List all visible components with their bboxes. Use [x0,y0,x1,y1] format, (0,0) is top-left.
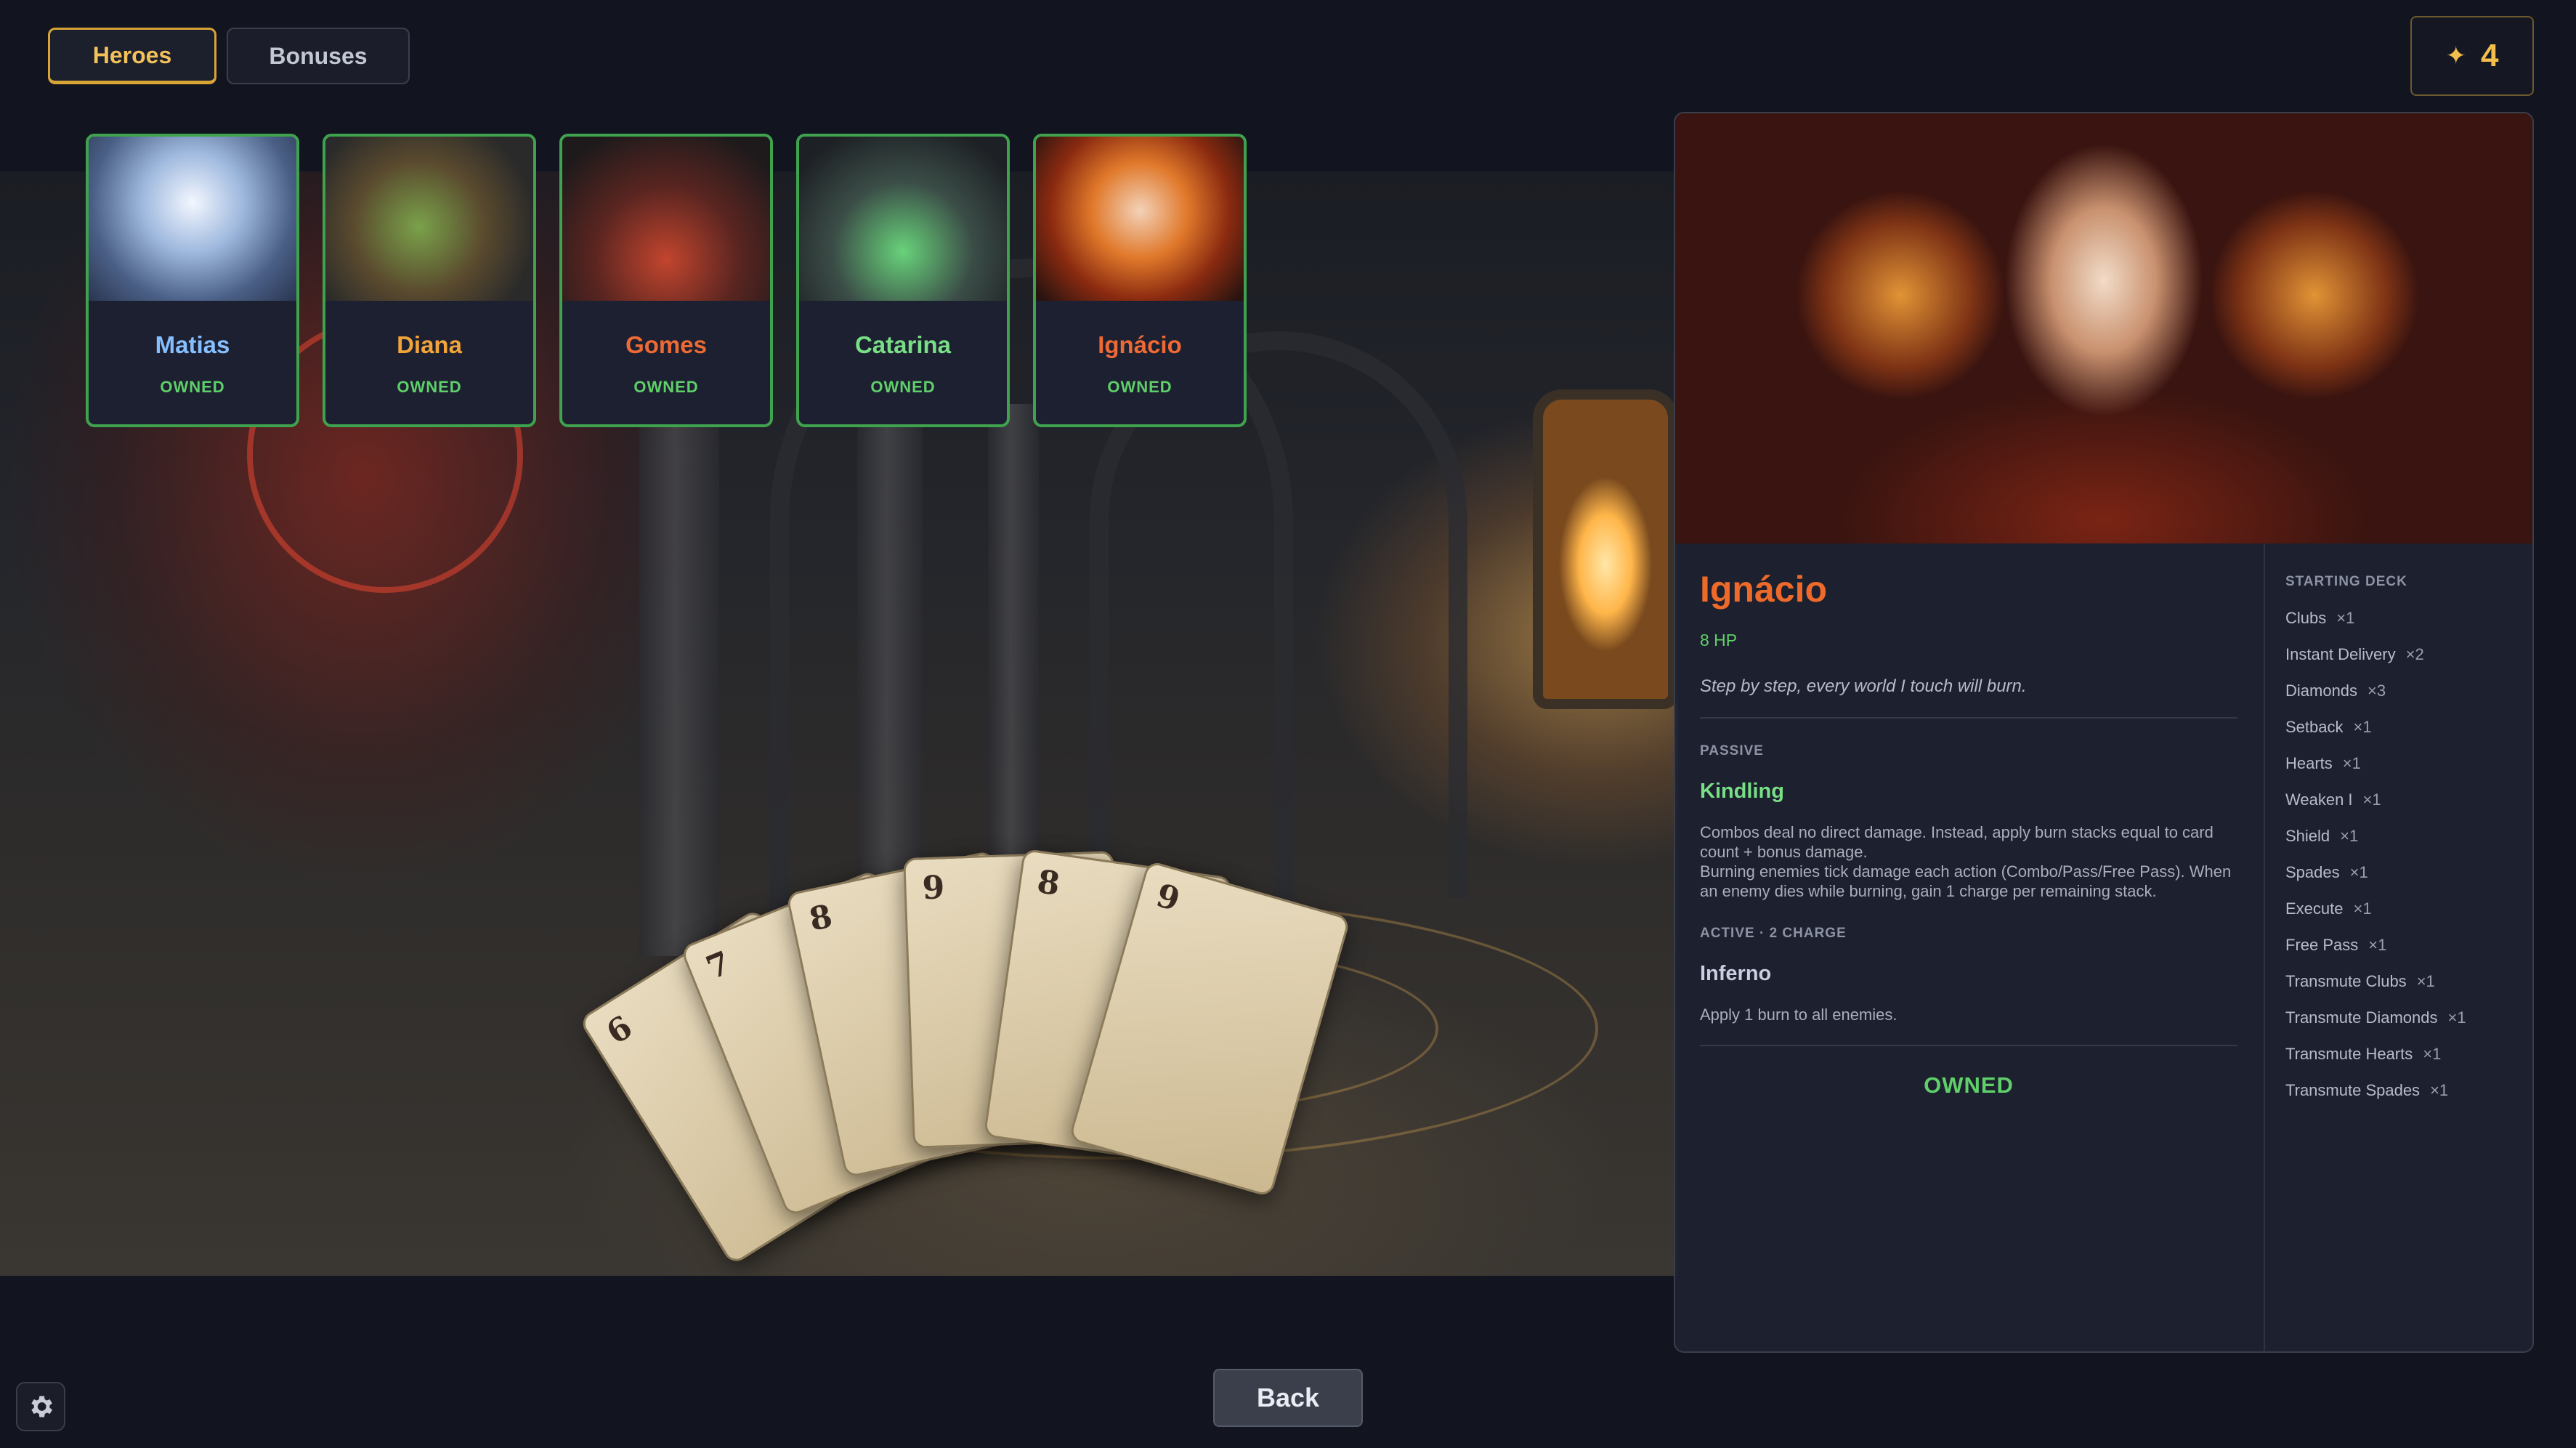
hero-name: Matias [155,331,230,358]
hero-name: Gomes [625,331,707,358]
active-description: Apply 1 burn to all enemies. [1700,1006,1897,1024]
divider [1700,717,2237,719]
hero-card-matias[interactable]: Matias OWNED [86,134,299,427]
hero-name: Catarina [854,331,952,358]
hero-card-ignacio[interactable]: Ignácio OWNED [1033,134,1247,427]
hero-status: OWNED [397,378,462,396]
deck-item: Execute ×1 [2285,899,2372,918]
hero-portrait [1036,137,1244,301]
hero-list: Matias OWNED Diana OWNED Gomes OWNED Cat… [86,134,1247,427]
back-button[interactable]: Back [1213,1369,1363,1427]
deck-list: Clubs ×1 Instant Delivery ×2 Diamonds ×3 Se… [2285,609,2518,1117]
currency-counter: ✦ 4 [2410,16,2534,96]
divider [1700,1045,2237,1046]
hero-portrait [799,137,1007,301]
deck-item: Free Pass ×1 [2285,936,2387,954]
hero-card-diana[interactable]: Diana OWNED [323,134,536,427]
label-separator: · [1759,926,1770,941]
hero-status: OWNED [633,378,699,396]
passive-ability-name: Kindling [1700,780,1784,803]
currency-value: 4 [2481,38,2499,73]
hero-hp: 8 HP [1700,631,1738,650]
passive-label: PASSIVE [1700,743,1764,759]
deck-item: Instant Delivery ×2 [2285,645,2424,663]
hero-detail-panel: Ignácio 8 HP Step by step, every world I… [1674,112,2534,1353]
deck-item: Transmute Clubs ×1 [2285,972,2435,990]
hero-quote: Step by step, every world I touch will b… [1700,676,2027,696]
hero-artwork [1675,113,2532,543]
hero-card-gomes[interactable]: Gomes OWNED [559,134,773,427]
hero-portrait [89,137,296,301]
deck-item: Diamonds ×3 [2285,681,2386,700]
hero-name: Ignácio [1098,331,1182,358]
hero-card-catarina[interactable]: Catarina OWNED [796,134,1010,427]
active-label: ACTIVE · 2 CHARGE [1700,926,2237,942]
hero-detail-name: Ignácio [1700,569,1828,610]
deck-item: Transmute Hearts ×1 [2285,1045,2442,1063]
gear-icon [31,1396,52,1417]
passive-description: Combos deal no direct damage. Instead, a… [1700,823,2232,900]
deck-item: Shield ×1 [2285,827,2359,845]
settings-button[interactable] [16,1382,65,1431]
star-icon: ✦ [2445,42,2467,70]
hero-status: OWNED [1107,378,1172,396]
deck-item: Weaken I ×1 [2285,790,2381,809]
active-ability-name: Inferno [1700,962,1772,985]
hero-status: OWNED [870,378,936,396]
background-lantern [1533,389,1678,709]
tab-heroes[interactable]: Heroes [48,28,216,84]
deck-item: Hearts ×1 [2285,754,2361,772]
hero-portrait [562,137,770,301]
starting-deck-title: STARTING DECK [2285,574,2407,589]
tab-bonuses[interactable]: Bonuses [227,28,410,84]
owned-status: OWNED [1924,1072,2014,1098]
hero-status: OWNED [160,378,225,396]
hero-info: Ignácio 8 HP Step by step, every world I… [1700,568,2237,1099]
active-charge: 2 CHARGE [1769,926,1847,941]
deck-item: Clubs ×1 [2285,609,2355,627]
hero-name: Diana [397,331,462,358]
deck-item: Setback ×1 [2285,718,2372,736]
active-type: ACTIVE [1700,926,1755,941]
deck-item: Spades ×1 [2285,863,2368,881]
deck-item: Transmute Spades ×1 [2285,1081,2449,1099]
deck-item: Transmute Diamonds ×1 [2285,1008,2466,1027]
hero-portrait [325,137,533,301]
tab-bar: Heroes Bonuses [48,28,410,84]
panel-divider [2264,543,2265,1351]
starting-deck: STARTING DECK Clubs ×1 Instant Delivery ×2… [2285,574,2518,1117]
